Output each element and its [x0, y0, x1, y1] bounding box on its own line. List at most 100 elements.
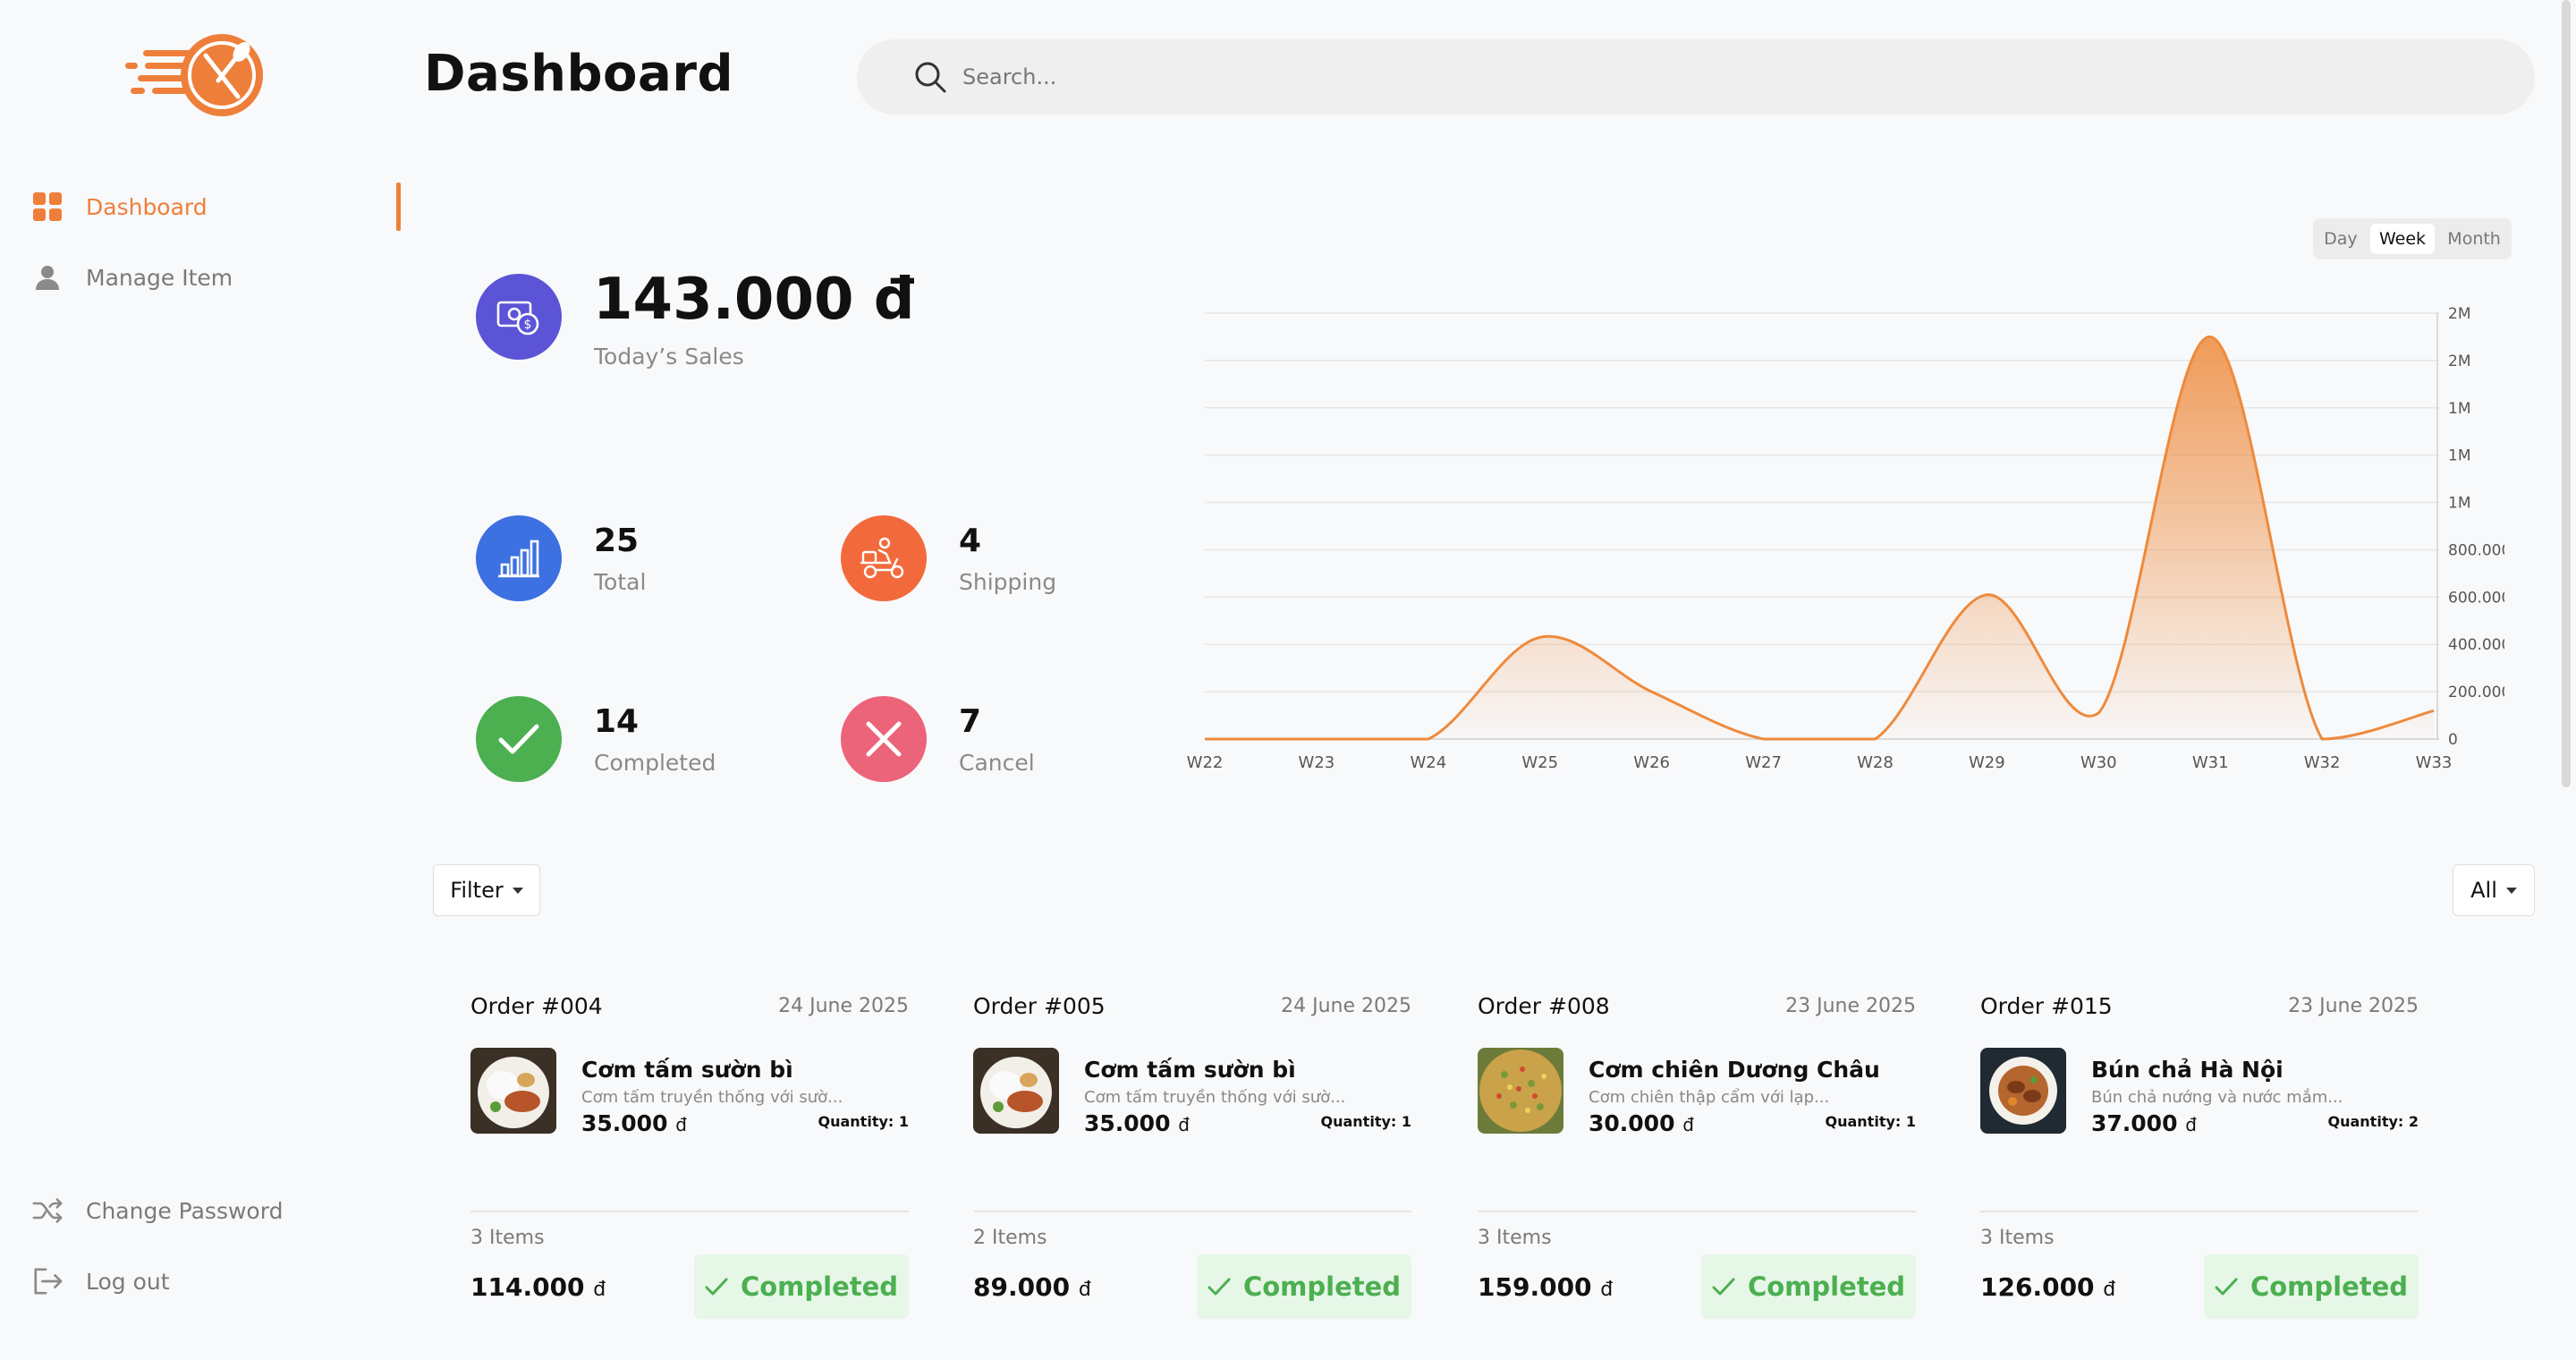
check-icon	[2215, 1278, 2238, 1296]
divider	[973, 1211, 1411, 1212]
y-tick-label: 1M	[2448, 495, 2470, 513]
item-price: 35.000	[1084, 1110, 1171, 1136]
sidebar-item-label: Manage Item	[86, 264, 233, 291]
order-id: Order #004	[470, 993, 603, 1019]
check-icon	[1712, 1278, 1735, 1296]
order-id: Order #005	[973, 993, 1106, 1019]
food-image	[470, 1048, 556, 1134]
order-card[interactable]: Order #005 24 June 2025 Cơm tấm sườn bì …	[973, 993, 1411, 1360]
order-item: Cơm chiên Dương Châu Cơm chiên thập cẩm …	[1478, 1048, 1917, 1136]
order-id: Order #008	[1478, 993, 1610, 1019]
x-tick-label: W25	[1521, 753, 1558, 772]
y-tick-label: 1M	[2448, 400, 2470, 418]
y-tick-label: 2M	[2448, 305, 2470, 323]
status-label: Completed	[1747, 1271, 1906, 1302]
range-day[interactable]: Day	[2315, 224, 2367, 254]
divider	[1980, 1211, 2419, 1212]
y-tick-label: 600.000	[2448, 589, 2504, 607]
item-price: 35.000	[581, 1110, 668, 1136]
status-completed-button[interactable]: Completed	[1197, 1254, 1411, 1319]
completed-badge	[476, 696, 562, 782]
range-month[interactable]: Month	[2438, 224, 2510, 254]
currency-symbol: đ	[2185, 1114, 2197, 1135]
y-tick-label: 400.000	[2448, 636, 2504, 654]
shipping-value: 4	[959, 523, 982, 559]
cancel-value: 7	[959, 703, 982, 740]
search-input[interactable]	[961, 64, 2395, 90]
x-tick-label: W27	[1745, 753, 1782, 772]
logout-icon	[32, 1266, 63, 1296]
status-completed-button[interactable]: Completed	[1701, 1254, 1916, 1319]
search-icon	[915, 62, 946, 93]
status-label: Completed	[1242, 1271, 1402, 1302]
item-name: Cơm tấm sườn bì	[1084, 1057, 1296, 1083]
x-tick-label: W29	[1969, 753, 2005, 772]
currency-symbol: đ	[675, 1114, 687, 1135]
sales-badge: $	[476, 274, 562, 360]
scrollbar[interactable]	[2562, 0, 2571, 787]
page-title: Dashboard	[424, 45, 734, 103]
order-date: 23 June 2025	[2288, 995, 2419, 1017]
y-tick-label: 200.000	[2448, 684, 2504, 701]
grid-icon	[32, 191, 63, 222]
order-card[interactable]: Order #015 23 June 2025 Bún chả Hà Nội B…	[1980, 993, 2419, 1360]
order-total: 126.000	[1980, 1271, 2095, 1302]
divider	[470, 1211, 909, 1212]
currency-symbol: đ	[1078, 1278, 1091, 1301]
x-tick-label: W30	[2080, 753, 2117, 772]
sidebar-item-label: Log out	[86, 1268, 170, 1295]
sidebar-item-label: Dashboard	[86, 193, 208, 220]
total-value: 25	[594, 523, 640, 559]
shuffle-icon	[32, 1195, 63, 1226]
x-tick-label: W33	[2416, 753, 2453, 772]
divider	[1478, 1211, 1916, 1212]
order-card[interactable]: Order #004 24 June 2025 Cơm tấm sườn bì …	[470, 993, 909, 1360]
search-bar[interactable]	[857, 39, 2535, 115]
brand-logo	[125, 34, 263, 116]
cancel-badge	[841, 696, 927, 782]
sales-chart: 0 200.000 400.000 600.000 800.000 1M 1M 1M 2M 2M W…	[1187, 305, 2504, 772]
y-tick-label: 800.000	[2448, 541, 2504, 559]
scooter-icon	[860, 537, 904, 579]
order-item: Cơm tấm sườn bì Cơm tấm truyền thống với…	[973, 1048, 1411, 1136]
item-price: 30.000	[1589, 1110, 1675, 1136]
item-quantity: Quantity: 1	[1825, 1113, 1917, 1130]
currency-symbol: đ	[1178, 1114, 1190, 1135]
order-card[interactable]: Order #008 23 June 2025 Cơm chiên Dương …	[1478, 993, 1916, 1360]
filter-dropdown[interactable]: Filter	[433, 864, 540, 916]
completed-label: Completed	[594, 750, 716, 776]
check-icon	[1208, 1278, 1231, 1296]
shipping-label: Shipping	[959, 569, 1057, 595]
all-dropdown[interactable]: All	[2453, 864, 2535, 916]
food-image	[973, 1048, 1059, 1134]
food-image	[1980, 1048, 2066, 1134]
caret-down-icon	[2505, 887, 2517, 894]
sidebar-item-dashboard[interactable]: Dashboard	[32, 185, 208, 228]
chart-range-toggle[interactable]: Day Week Month	[2313, 218, 2512, 259]
item-description: Bún chả nướng và nước mắm...	[2091, 1088, 2343, 1107]
check-icon	[705, 1278, 728, 1296]
completed-value: 14	[594, 703, 640, 740]
sidebar-item-change-password[interactable]: Change Password	[32, 1189, 283, 1232]
order-total: 89.000	[973, 1271, 1071, 1302]
status-completed-button[interactable]: Completed	[694, 1254, 909, 1319]
range-week[interactable]: Week	[2369, 224, 2436, 254]
status-label: Completed	[2250, 1271, 2409, 1302]
item-name: Cơm tấm sườn bì	[581, 1057, 793, 1083]
sidebar-item-manage-item[interactable]: Manage Item	[32, 256, 233, 299]
currency-symbol: đ	[1600, 1278, 1614, 1301]
money-icon: $	[496, 301, 539, 336]
bar-chart-icon	[498, 540, 539, 578]
item-quantity: Quantity: 1	[818, 1113, 910, 1130]
x-tick-label: W24	[1410, 753, 1446, 772]
total-badge	[476, 515, 562, 601]
status-completed-button[interactable]: Completed	[2204, 1254, 2419, 1319]
item-name: Cơm chiên Dương Châu	[1589, 1057, 1880, 1083]
items-count: 2 Items	[973, 1227, 1047, 1249]
items-count: 3 Items	[470, 1227, 545, 1249]
status-label: Completed	[740, 1271, 899, 1302]
currency-symbol: đ	[593, 1278, 606, 1301]
all-label: All	[2470, 878, 2497, 903]
sidebar-item-logout[interactable]: Log out	[32, 1260, 170, 1303]
order-item: Cơm tấm sườn bì Cơm tấm truyền thống với…	[470, 1048, 910, 1136]
